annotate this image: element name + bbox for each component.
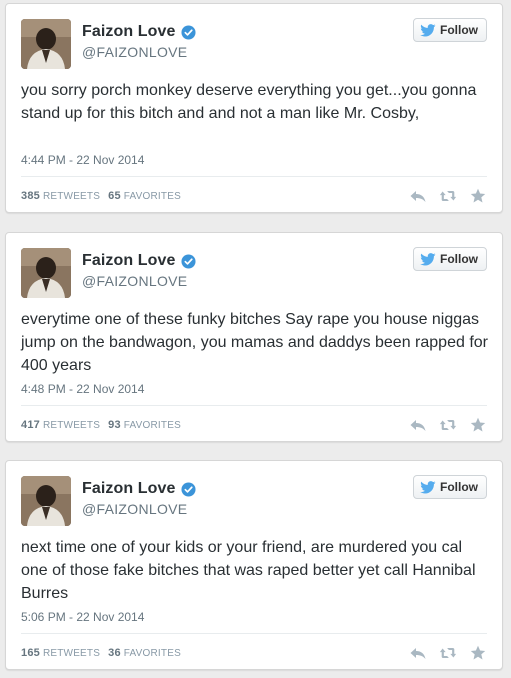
favorite-count[interactable]: 36 [108, 647, 121, 659]
follow-label: Follow [440, 480, 478, 494]
divider [21, 633, 487, 634]
retweet-icon[interactable] [439, 188, 457, 204]
follow-button[interactable]: Follow [413, 247, 487, 271]
retweet-icon[interactable] [439, 417, 457, 433]
avatar[interactable] [21, 476, 71, 526]
display-name[interactable]: Faizon Love [82, 480, 176, 498]
favorite-star-icon[interactable] [469, 417, 487, 433]
favorite-count[interactable]: 93 [108, 419, 121, 431]
user-handle[interactable]: @FAIZONLOVE [82, 273, 187, 289]
retweets-label: RETWEETS [42, 420, 101, 431]
twitter-bird-icon [420, 23, 436, 36]
reply-icon[interactable] [409, 417, 427, 433]
reply-icon[interactable] [409, 645, 427, 661]
timestamp[interactable]: 4:48 PM - 22 Nov 2014 [21, 382, 144, 396]
tweet-stats: 417 RETWEETS 93 FAVORITES [21, 419, 189, 431]
verified-badge-icon [181, 481, 196, 497]
favorite-star-icon[interactable] [469, 188, 487, 204]
tweet-actions [409, 417, 487, 433]
tweet-text: next time one of your kids or your frien… [21, 539, 476, 602]
tweet-feed: Faizon Love @FAIZONLOVE Follow you sorry… [0, 0, 511, 678]
tweet-stats: 385 RETWEETS 65 FAVORITES [21, 190, 189, 202]
tweet-text: you sorry porch monkey deserve everythin… [21, 82, 477, 122]
retweets-label: RETWEETS [42, 191, 101, 202]
follow-button[interactable]: Follow [413, 18, 487, 42]
tweet-card: Faizon Love @FAIZONLOVE Follow next time… [5, 460, 503, 670]
display-name[interactable]: Faizon Love [82, 23, 176, 41]
favorites-label: FAVORITES [123, 420, 181, 431]
tweet-text: everytime one of these funky bitches Say… [21, 311, 488, 374]
reply-icon[interactable] [409, 188, 427, 204]
verified-badge-icon [181, 24, 196, 40]
retweets-label: RETWEETS [42, 648, 101, 659]
divider [21, 176, 487, 177]
follow-label: Follow [440, 252, 478, 266]
user-handle[interactable]: @FAIZONLOVE [82, 501, 187, 517]
verified-badge-icon [181, 253, 196, 269]
favorite-count[interactable]: 65 [108, 190, 121, 202]
tweet-stats: 165 RETWEETS 36 FAVORITES [21, 647, 189, 659]
tweet-card: Faizon Love @FAIZONLOVE Follow you sorry… [5, 3, 503, 213]
twitter-bird-icon [420, 252, 436, 265]
tweet-card: Faizon Love @FAIZONLOVE Follow everytime… [5, 232, 503, 442]
twitter-bird-icon [420, 480, 436, 493]
follow-label: Follow [440, 23, 478, 37]
tweet-actions [409, 188, 487, 204]
user-handle[interactable]: @FAIZONLOVE [82, 44, 187, 60]
avatar[interactable] [21, 248, 71, 298]
follow-button[interactable]: Follow [413, 475, 487, 499]
timestamp[interactable]: 4:44 PM - 22 Nov 2014 [21, 153, 144, 167]
display-name[interactable]: Faizon Love [82, 252, 176, 270]
avatar[interactable] [21, 19, 71, 69]
retweet-count[interactable]: 385 [21, 190, 40, 202]
tweet-actions [409, 645, 487, 661]
favorites-label: FAVORITES [123, 648, 181, 659]
favorite-star-icon[interactable] [469, 645, 487, 661]
divider [21, 405, 487, 406]
favorites-label: FAVORITES [123, 191, 181, 202]
retweet-count[interactable]: 417 [21, 419, 40, 431]
retweet-icon[interactable] [439, 645, 457, 661]
timestamp[interactable]: 5:06 PM - 22 Nov 2014 [21, 610, 144, 624]
retweet-count[interactable]: 165 [21, 647, 40, 659]
